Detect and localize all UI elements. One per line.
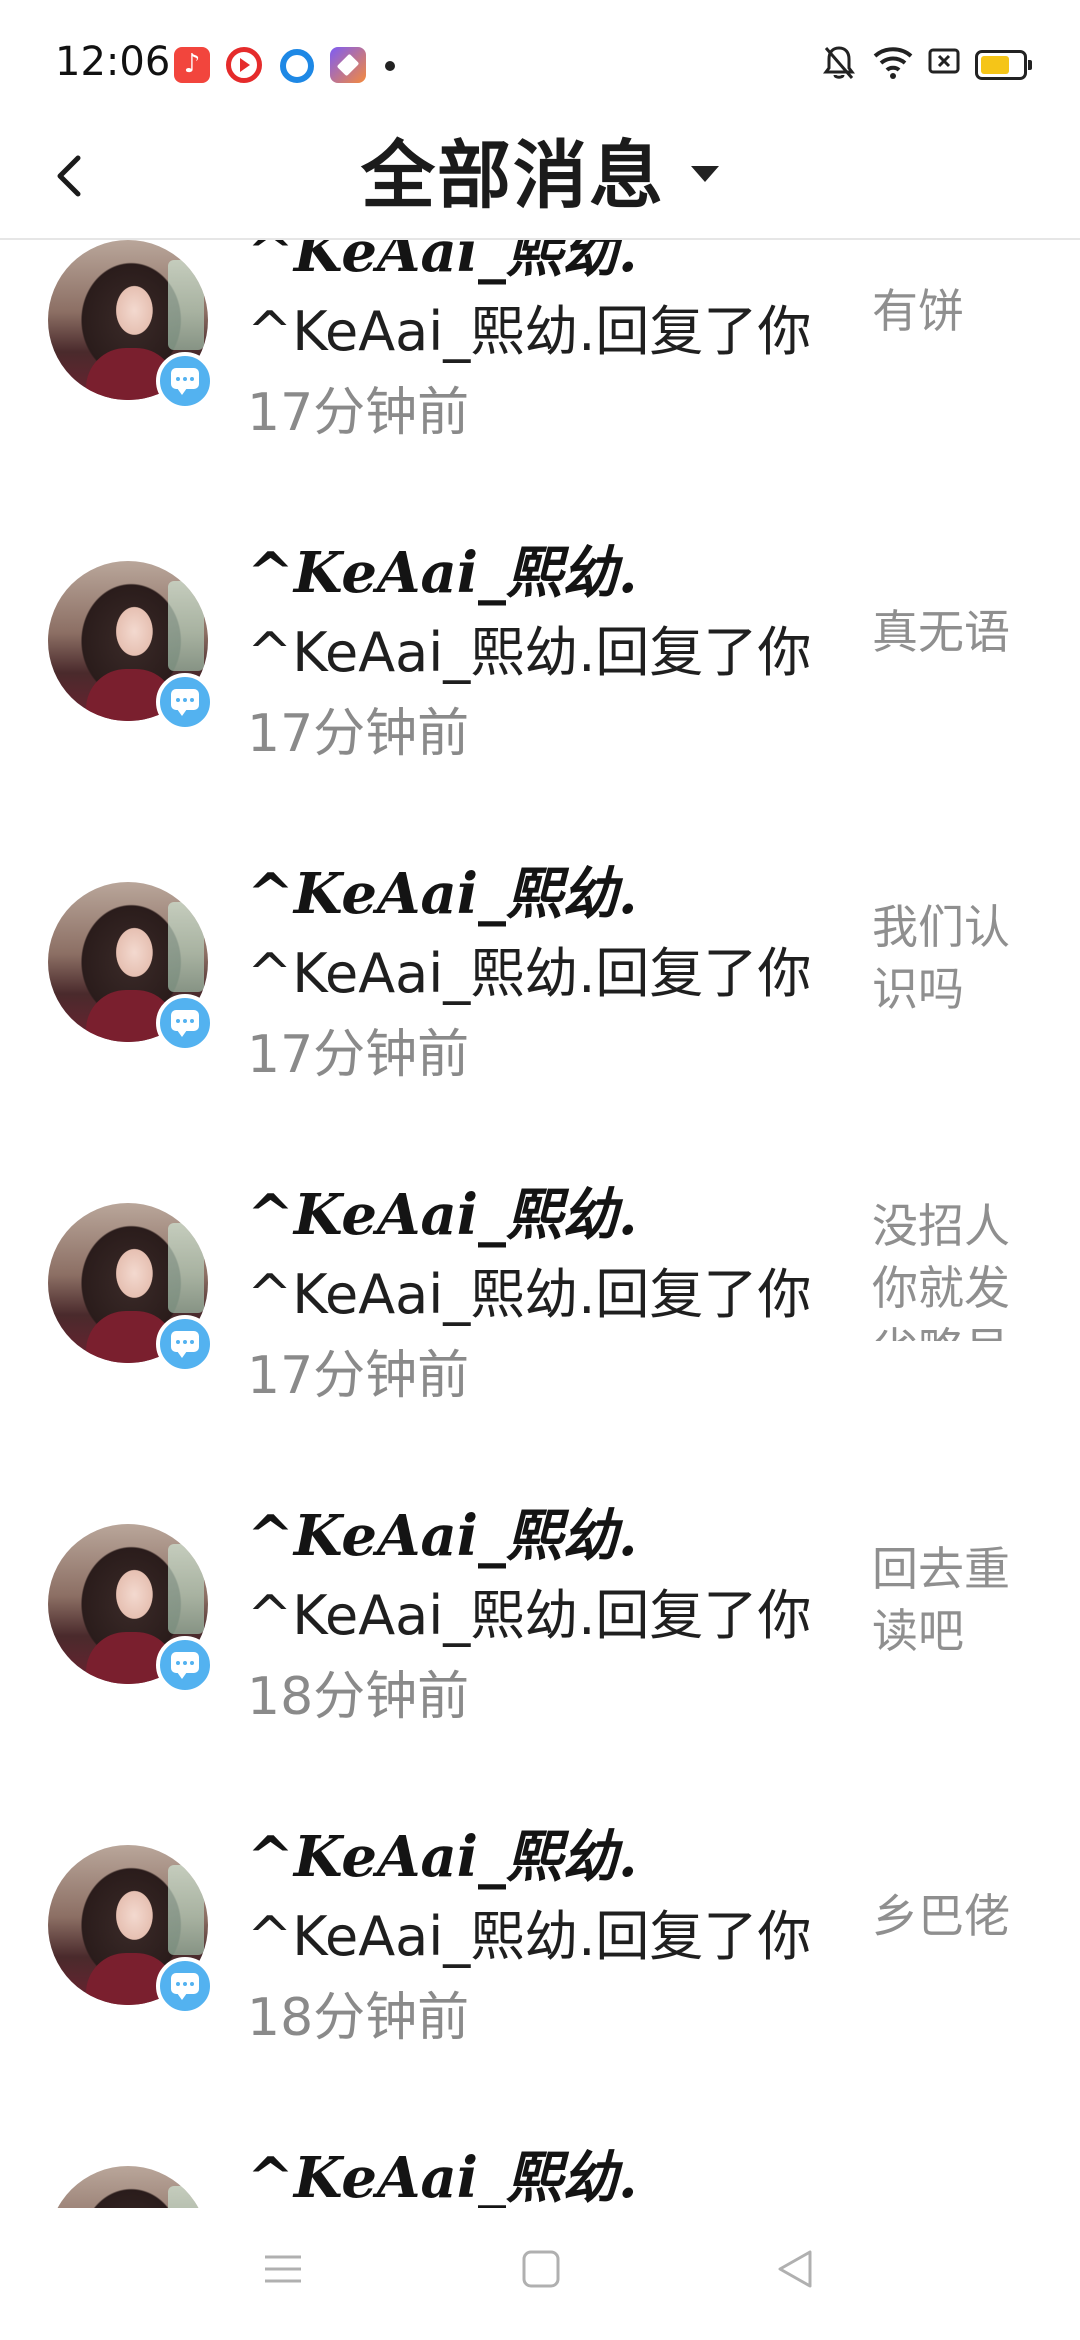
circle-app-icon xyxy=(280,49,314,83)
system-nav-bar xyxy=(0,2208,1080,2340)
message-preview: 真无语 xyxy=(872,605,1010,659)
message-time: 17分钟前 xyxy=(247,383,470,443)
sim-x-icon xyxy=(928,48,960,74)
wifi-icon xyxy=(873,47,913,79)
message-action: ^KeAai_熙幼.回复了你 xyxy=(247,1905,812,1968)
title-dropdown[interactable]: 全部消息 xyxy=(0,126,1080,226)
tool-app-icon xyxy=(330,47,366,83)
message-list-content: ^KeAai_熙幼. ^KeAai_熙幼.回复了你 17分钟前 有饼 ^KeAa… xyxy=(0,240,1080,2208)
message-action: ^KeAai_熙幼.回复了你 xyxy=(247,300,812,363)
menu-icon[interactable] xyxy=(262,2248,304,2290)
caret-down-icon[interactable] xyxy=(691,166,719,182)
message-time: 17分钟前 xyxy=(247,1025,470,1085)
chat-bubble-icon xyxy=(156,1957,214,2015)
sender-name[interactable]: ^KeAai_熙幼. xyxy=(247,1504,638,1568)
battery-level xyxy=(981,56,1009,74)
music-app-icon xyxy=(174,47,210,83)
back-triangle-icon[interactable] xyxy=(774,2248,816,2290)
sender-name[interactable]: ^KeAai_熙幼. xyxy=(247,1825,638,1889)
sender-name[interactable]: ^KeAai_熙幼. xyxy=(247,1183,638,1247)
message-preview: 有饼 xyxy=(872,284,964,338)
status-time: 12:06 xyxy=(55,39,171,85)
more-notifications-dot xyxy=(385,61,395,71)
message-preview: 回去重读吧 xyxy=(872,1542,1010,1658)
header: 全部消息 xyxy=(0,120,1080,240)
status-bar: 12:06 xyxy=(0,0,1080,130)
battery-icon xyxy=(975,50,1032,80)
message-action: ^KeAai_熙幼.回复了你 xyxy=(247,1263,812,1326)
message-action: ^KeAai_熙幼.回复了你 xyxy=(247,621,812,684)
video-play-app-icon xyxy=(226,47,262,83)
message-time: 18分钟前 xyxy=(247,1988,470,2048)
message-time: 18分钟前 xyxy=(247,1667,470,1727)
message-preview: 乡巴佬 xyxy=(872,1889,1010,1943)
home-square-icon[interactable] xyxy=(520,2248,562,2290)
message-preview: 我们认识吗 xyxy=(872,900,1010,1016)
message-time: 17分钟前 xyxy=(247,1346,470,1406)
sender-name[interactable]: ^KeAai_熙幼. xyxy=(247,240,638,284)
list-item[interactable]: ^KeAai_熙幼. 乐子 xyxy=(0,2080,1080,2208)
message-action: ^KeAai_熙幼.回复了你 xyxy=(247,942,812,1005)
list-item[interactable]: ^KeAai_熙幼. ^KeAai_熙幼.回复了你 18分钟前 乡巴佬 xyxy=(0,1759,1080,2080)
message-action: ^KeAai_熙幼.回复了你 xyxy=(247,1584,812,1647)
chat-bubble-icon xyxy=(156,1636,214,1694)
chat-bubble-icon xyxy=(156,673,214,731)
list-item[interactable]: ^KeAai_熙幼. ^KeAai_熙幼.回复了你 17分钟前 有饼 xyxy=(0,240,1080,475)
bell-off-icon xyxy=(823,46,855,79)
sender-name[interactable]: ^KeAai_熙幼. xyxy=(247,541,638,605)
list-item[interactable]: ^KeAai_熙幼. ^KeAai_熙幼.回复了你 17分钟前 真无语 xyxy=(0,475,1080,796)
list-item[interactable]: ^KeAai_熙幼. ^KeAai_熙幼.回复了你 17分钟前 没招人你就发省略… xyxy=(0,1117,1080,1438)
message-list[interactable]: ^KeAai_熙幼. ^KeAai_熙幼.回复了你 17分钟前 有饼 ^KeAa… xyxy=(0,240,1080,2208)
chat-bubble-icon xyxy=(156,994,214,1052)
list-item[interactable]: ^KeAai_熙幼. ^KeAai_熙幼.回复了你 17分钟前 我们认识吗 xyxy=(0,796,1080,1117)
message-time: 17分钟前 xyxy=(247,704,470,764)
chat-bubble-icon xyxy=(156,352,214,410)
list-item[interactable]: ^KeAai_熙幼. ^KeAai_熙幼.回复了你 18分钟前 回去重读吧 xyxy=(0,1438,1080,1759)
message-preview: 没招人你就发省略号 xyxy=(872,1199,1010,1341)
sender-name[interactable]: ^KeAai_熙幼. xyxy=(247,2146,638,2208)
chat-bubble-icon xyxy=(156,1315,214,1373)
page-title: 全部消息 xyxy=(361,133,665,219)
avatar[interactable] xyxy=(48,2166,208,2208)
sender-name[interactable]: ^KeAai_熙幼. xyxy=(247,862,638,926)
